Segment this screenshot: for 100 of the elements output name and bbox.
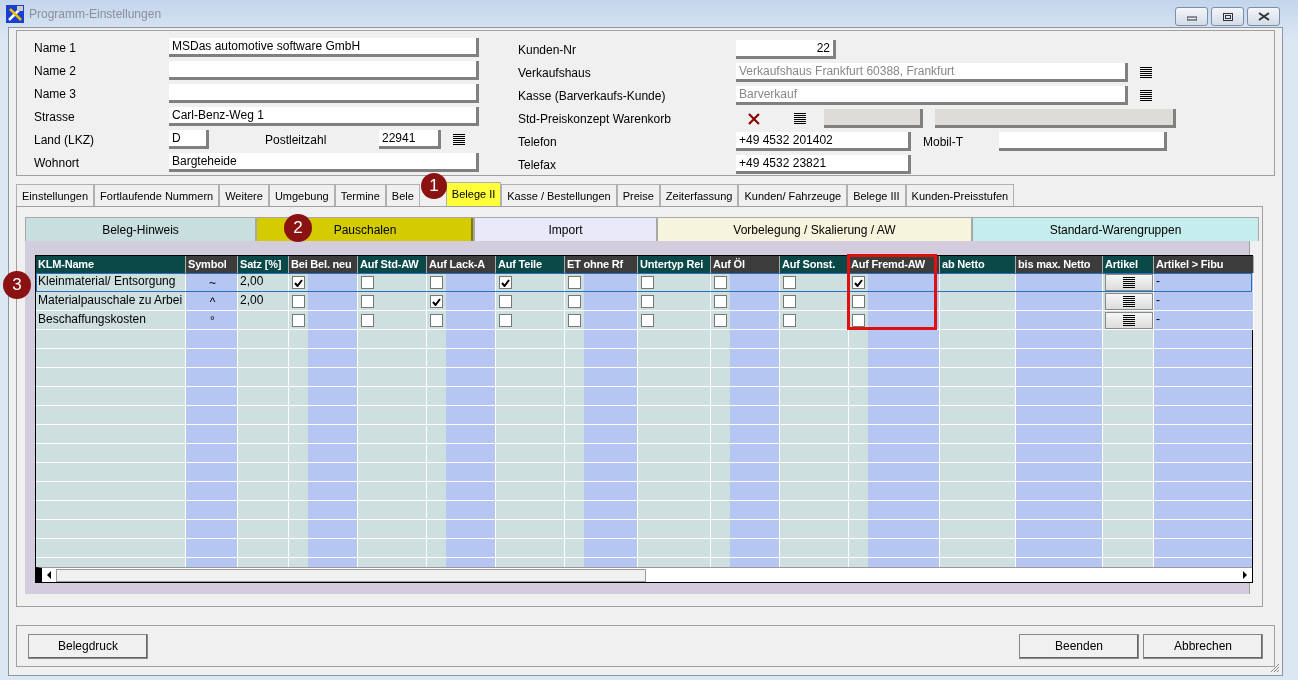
checkbox[interactable] [361, 295, 374, 308]
checkbox[interactable] [292, 276, 305, 289]
table-row[interactable]: Materialpauschale zu Arbei ^ 2,00 - [36, 292, 1252, 311]
horizontal-scrollbar[interactable] [36, 567, 1252, 582]
checkbox[interactable] [292, 295, 305, 308]
checkbox[interactable] [430, 314, 443, 327]
field-label: Std-Preiskonzept Warenkorb [518, 111, 672, 126]
checkbox[interactable] [714, 295, 727, 308]
list-button[interactable] [1105, 293, 1153, 310]
list-button[interactable] [1105, 312, 1153, 329]
column-header[interactable]: Symbol [186, 256, 238, 273]
checkbox[interactable] [714, 276, 727, 289]
tab[interactable]: Kasse / Bestellungen [501, 184, 617, 206]
checkbox[interactable] [568, 276, 581, 289]
tab[interactable]: Termine [334, 184, 386, 206]
column-header[interactable]: Auf Lack-A [427, 256, 496, 273]
input-field[interactable]: +49 4532 201402 [736, 132, 911, 151]
input-field[interactable]: MSDas automotive software GmbH [169, 38, 479, 57]
tab[interactable]: Preise [616, 184, 660, 206]
column-header[interactable]: Untertyp Rei [638, 256, 711, 273]
field-label: Mobil-T [922, 134, 964, 149]
checkbox[interactable] [783, 295, 796, 308]
column-header[interactable]: Artikel > Fibu [1154, 256, 1254, 273]
table-cell: ° [186, 311, 238, 330]
table-row[interactable]: Beschaffungskosten ° - [36, 311, 1252, 330]
checkbox[interactable] [430, 276, 443, 289]
tab[interactable]: Belege III [847, 184, 906, 206]
list-button[interactable] [1105, 274, 1153, 291]
checkbox[interactable] [852, 276, 865, 289]
list-icon[interactable] [453, 134, 465, 145]
table-cell: Beschaffungskosten [36, 311, 186, 330]
finish-button[interactable]: Beenden [1019, 633, 1139, 659]
print-button[interactable]: Belegdruck [28, 633, 148, 659]
tab[interactable]: Beleg-Hinweis [25, 217, 256, 241]
window-title: Programm-Einstellungen [29, 6, 162, 21]
list-icon[interactable] [1140, 90, 1152, 101]
delete-icon[interactable] [748, 112, 760, 125]
checkbox[interactable] [783, 314, 796, 327]
checkbox[interactable] [852, 295, 865, 308]
column-header[interactable]: Auf Öl [711, 256, 780, 273]
scroll-thumb[interactable] [56, 568, 646, 582]
list-icon[interactable] [1140, 67, 1152, 78]
checkbox[interactable] [568, 314, 581, 327]
input-field[interactable]: D [169, 130, 209, 149]
column-header[interactable]: Bei Bel. neu [289, 256, 358, 273]
number-marker: 2 [284, 214, 312, 242]
table-cell: Materialpauschale zu Arbei [36, 292, 186, 311]
column-header[interactable]: ab Netto [940, 256, 1016, 273]
column-header[interactable]: Auf Teile [496, 256, 565, 273]
column-header[interactable]: Auf Std-AW [358, 256, 427, 273]
input-field[interactable]: Bargteheide [169, 153, 479, 172]
tab[interactable]: Kunden-Preisstufen [905, 184, 1015, 206]
input-field[interactable] [169, 61, 479, 80]
checkbox[interactable] [783, 276, 796, 289]
table-cell [238, 311, 289, 330]
checkbox[interactable] [568, 295, 581, 308]
list-icon[interactable] [793, 113, 806, 124]
checkbox[interactable] [292, 314, 305, 327]
checkbox[interactable] [430, 295, 443, 308]
input-field[interactable]: 22941 [379, 130, 441, 149]
tab[interactable]: Zeiterfassung [659, 184, 739, 206]
table-cell: - [1154, 311, 1254, 330]
input-field[interactable] [999, 132, 1167, 151]
checkbox[interactable] [361, 276, 374, 289]
checkbox[interactable] [499, 295, 512, 308]
checkbox[interactable] [852, 314, 865, 327]
tab[interactable]: Weitere [219, 184, 269, 206]
field-label: Kasse (Barverkaufs-Kunde) [518, 88, 667, 103]
checkbox[interactable] [499, 314, 512, 327]
checkbox[interactable] [714, 314, 727, 327]
close-button[interactable] [1247, 7, 1280, 26]
input-field[interactable]: Carl-Benz-Weg 1 [169, 107, 479, 126]
checkbox[interactable] [641, 314, 654, 327]
input-field[interactable]: +49 4532 23821 [736, 155, 911, 174]
tab[interactable]: Vorbelegung / Skalierung / AW [657, 217, 972, 241]
column-header[interactable]: Artikel [1103, 256, 1154, 273]
column-header[interactable]: KLM-Name [36, 256, 186, 273]
column-header[interactable]: Auf Sonst. [780, 256, 849, 273]
cancel-button[interactable]: Abbrechen [1143, 633, 1263, 659]
tab[interactable]: Standard-Warengruppen [972, 217, 1259, 241]
tab[interactable]: Belege II [445, 182, 502, 206]
input-field[interactable]: 22 [736, 40, 836, 59]
checkbox[interactable] [641, 276, 654, 289]
tab[interactable]: Import [474, 217, 657, 241]
field-label: Land (LKZ) [34, 132, 96, 147]
checkbox[interactable] [499, 276, 512, 289]
tab[interactable]: Umgebung [268, 184, 335, 206]
tab[interactable]: Bele [385, 184, 420, 206]
column-header[interactable]: bis max. Netto [1016, 256, 1103, 273]
right-arrow-icon [1242, 571, 1248, 579]
tab[interactable]: Fortlaufende Nummern [94, 184, 220, 206]
maximize-button[interactable] [1211, 7, 1244, 26]
tab[interactable]: Kunden/ Fahrzeuge [738, 184, 848, 206]
checkbox[interactable] [361, 314, 374, 327]
column-header[interactable]: ET ohne Rf [565, 256, 638, 273]
column-header[interactable]: Satz [%] [238, 256, 289, 273]
tab[interactable]: Einstellungen [16, 184, 95, 206]
field-label: Name 3 [34, 86, 78, 101]
input-field[interactable] [169, 84, 479, 103]
checkbox[interactable] [641, 295, 654, 308]
